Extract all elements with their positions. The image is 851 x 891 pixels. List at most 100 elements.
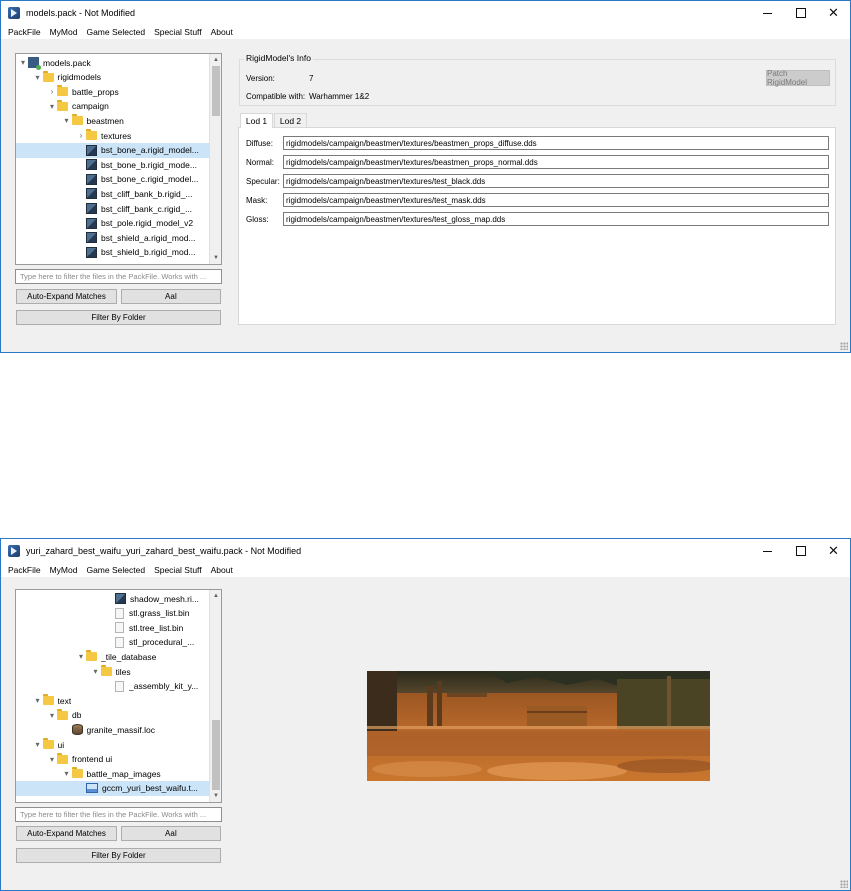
expand-down-icon[interactable]: ▾ — [33, 696, 43, 705]
tree-item[interactable]: ▾ campaign — [16, 99, 209, 114]
tree-item[interactable]: stl.grass_list.bin — [16, 606, 209, 621]
window-title: models.pack - Not Modified — [26, 8, 136, 18]
tree-item-label: bst_pole.rigid_model_v2 — [101, 218, 194, 229]
tree-scrollbar[interactable]: ▲ ▼ — [209, 54, 221, 264]
maximize-button[interactable] — [784, 1, 817, 25]
packfile-tree[interactable]: shadow_mesh.ri... stl.grass_list.bin stl.t… — [15, 589, 222, 803]
app-icon — [8, 545, 20, 557]
gloss-field[interactable]: rigidmodels/campaign/beastmen/textures/t… — [283, 212, 829, 226]
tree-item[interactable]: ▾ text — [16, 693, 209, 708]
scroll-down-icon[interactable]: ▼ — [210, 252, 221, 264]
main-window-models-pack: models.pack - Not Modified ✕ PackFile My… — [0, 0, 851, 353]
tree-item[interactable]: bst_bone_a.rigid_model... — [16, 142, 209, 158]
expand-right-icon[interactable]: › — [47, 87, 57, 96]
title-bar[interactable]: yuri_zahard_best_waifu_yuri_zahard_best_… — [1, 539, 850, 563]
menu-mymod[interactable]: MyMod — [46, 565, 82, 575]
menu-game-selected[interactable]: Game Selected — [82, 27, 149, 37]
expand-down-icon[interactable]: ▾ — [47, 755, 57, 764]
case-sensitive-button[interactable]: AaI — [121, 826, 221, 841]
tree-item[interactable]: bst_cliff_bank_c.rigid_... — [16, 201, 209, 216]
tree-item[interactable]: ▾ battle_map_images — [16, 766, 209, 781]
filter-input[interactable] — [15, 269, 222, 284]
menu-special-stuff[interactable]: Special Stuff — [150, 565, 206, 575]
tree-item[interactable]: ▾ beastmen — [16, 113, 209, 128]
menu-special-stuff[interactable]: Special Stuff — [150, 27, 206, 37]
tree-item[interactable]: › battle_props — [16, 84, 209, 99]
menu-packfile[interactable]: PackFile — [4, 27, 45, 37]
tree-item[interactable]: ▾ tiles — [16, 664, 209, 679]
tree-item[interactable]: › textures — [16, 128, 209, 143]
folder-icon — [86, 650, 97, 662]
scroll-thumb[interactable] — [212, 66, 220, 116]
packfile-tree[interactable]: ▾ models.pack ▾ rigidmodels › battle_props ▾ ca… — [15, 53, 222, 265]
resize-grip-icon[interactable] — [840, 880, 848, 888]
maximize-button[interactable] — [784, 539, 817, 563]
mask-field[interactable]: rigidmodels/campaign/beastmen/textures/t… — [283, 193, 829, 207]
expand-down-icon[interactable]: ▾ — [33, 740, 43, 749]
tree-item[interactable]: ▾ frontend ui — [16, 752, 209, 767]
tab-lod-1[interactable]: Lod 1 — [240, 113, 273, 128]
filter-by-folder-button[interactable]: Filter By Folder — [16, 848, 221, 863]
file-icon — [115, 607, 124, 619]
tree-item[interactable]: bst_pole.rigid_model_v2 — [16, 216, 209, 231]
minimize-button[interactable] — [751, 1, 784, 25]
auto-expand-matches-button[interactable]: Auto-Expand Matches — [16, 826, 117, 841]
minimize-button[interactable] — [751, 539, 784, 563]
tree-item[interactable]: bst_bone_c.rigid_model... — [16, 172, 209, 187]
menu-about[interactable]: About — [207, 27, 237, 37]
expand-down-icon[interactable]: ▾ — [33, 73, 43, 82]
expand-down-icon[interactable]: ▾ — [47, 102, 57, 111]
scroll-up-icon[interactable]: ▲ — [210, 54, 221, 66]
title-bar[interactable]: models.pack - Not Modified ✕ — [1, 1, 850, 25]
menu-game-selected[interactable]: Game Selected — [82, 565, 149, 575]
compatible-value: Warhammer 1&2 — [309, 92, 370, 101]
auto-expand-matches-button[interactable]: Auto-Expand Matches — [16, 289, 117, 304]
tree-item-label: ui — [57, 739, 65, 750]
tree-item[interactable]: shadow_mesh.ri... — [16, 591, 209, 606]
tree-item[interactable]: stl_procedural_... — [16, 635, 209, 650]
close-button[interactable]: ✕ — [817, 1, 850, 25]
menu-packfile[interactable]: PackFile — [4, 565, 45, 575]
expand-down-icon[interactable]: ▾ — [91, 667, 101, 676]
specular-field[interactable]: rigidmodels/campaign/beastmen/textures/t… — [283, 174, 829, 188]
expand-right-icon[interactable]: › — [76, 131, 86, 140]
tree-item-label: tiles — [115, 666, 131, 677]
tree-item[interactable]: stl.tree_list.bin — [16, 620, 209, 635]
tree-item[interactable]: ▾ rigidmodels — [16, 70, 209, 85]
image-preview — [367, 671, 710, 781]
tree-item[interactable]: bst_bone_b.rigid_mode... — [16, 157, 209, 172]
case-sensitive-button[interactable]: AaI — [121, 289, 221, 304]
tree-rows: shadow_mesh.ri... stl.grass_list.bin stl.t… — [16, 590, 209, 802]
filter-input[interactable] — [15, 807, 222, 822]
diffuse-field[interactable]: rigidmodels/campaign/beastmen/textures/b… — [283, 136, 829, 150]
tree-item[interactable]: ▾ models.pack — [16, 55, 209, 70]
scroll-up-icon[interactable]: ▲ — [210, 590, 221, 602]
expand-down-icon[interactable]: ▾ — [76, 652, 86, 661]
normal-field[interactable]: rigidmodels/campaign/beastmen/textures/b… — [283, 155, 829, 169]
expand-down-icon[interactable]: ▾ — [18, 58, 28, 67]
tree-item[interactable]: bst_cliff_bank_b.rigid_... — [16, 186, 209, 201]
tree-item[interactable]: gccm_yuri_best_waifu.t... — [16, 780, 209, 796]
filter-by-folder-button[interactable]: Filter By Folder — [16, 310, 221, 325]
patch-rigidmodel-button[interactable]: Patch RigidModel — [766, 69, 830, 87]
scroll-thumb[interactable] — [212, 720, 220, 790]
menu-mymod[interactable]: MyMod — [46, 27, 82, 37]
tree-item[interactable]: bst_shield_b.rigid_mod... — [16, 245, 209, 260]
tree-item[interactable]: granite_massif.loc — [16, 722, 209, 737]
menu-about[interactable]: About — [207, 565, 237, 575]
tab-lod-2[interactable]: Lod 2 — [274, 113, 307, 128]
resize-grip-icon[interactable] — [840, 342, 848, 350]
tree-item[interactable]: ▾ db — [16, 708, 209, 723]
expand-down-icon[interactable]: ▾ — [62, 769, 72, 778]
tree-item-label: bst_bone_a.rigid_model... — [101, 145, 199, 156]
tree-item[interactable]: ▾ _tile_database — [16, 649, 209, 664]
close-button[interactable]: ✕ — [817, 539, 850, 563]
expand-down-icon[interactable]: ▾ — [47, 711, 57, 720]
scroll-down-icon[interactable]: ▼ — [210, 790, 221, 802]
tree-scrollbar[interactable]: ▲ ▼ — [209, 590, 221, 802]
tree-item[interactable]: ▾ ui — [16, 737, 209, 752]
expand-down-icon[interactable]: ▾ — [62, 116, 72, 125]
tree-item[interactable]: bst_shield_a.rigid_mod... — [16, 230, 209, 245]
tree-item-label: _assembly_kit_y... — [129, 681, 199, 692]
tree-item[interactable]: _assembly_kit_y... — [16, 679, 209, 694]
